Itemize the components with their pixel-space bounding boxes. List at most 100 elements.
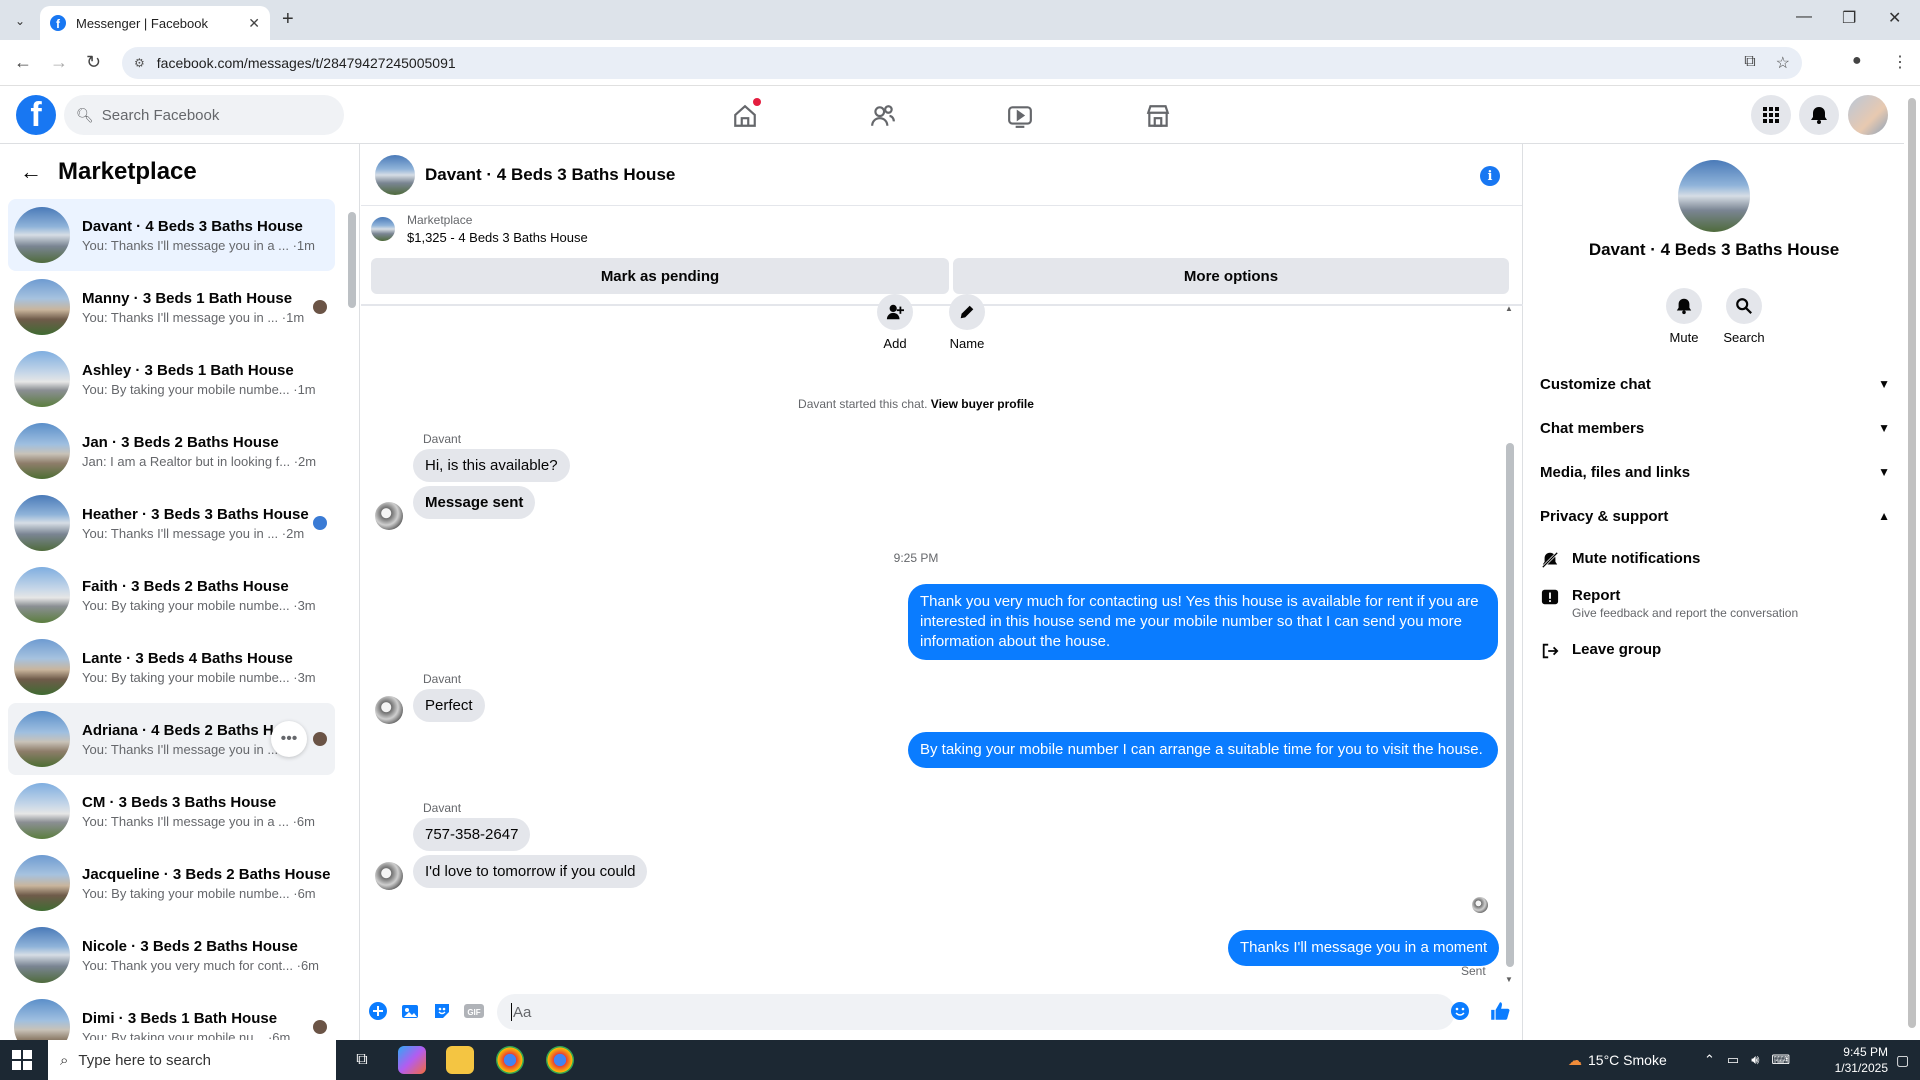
chat-scrollbar[interactable]: ▲ ▼ bbox=[1503, 304, 1517, 984]
sticker-icon[interactable] bbox=[431, 1000, 453, 1022]
bookmark-star-icon[interactable]: ☆ bbox=[1776, 53, 1790, 73]
notifications-bell-icon[interactable] bbox=[1799, 95, 1839, 135]
scroll-down-arrow-icon[interactable]: ▼ bbox=[1505, 975, 1513, 984]
site-info-icon[interactable]: ⚙ bbox=[134, 56, 145, 70]
message-input[interactable]: Aa bbox=[497, 994, 1455, 1030]
browser-tab[interactable]: f Messenger | Facebook ✕ bbox=[40, 6, 270, 40]
gif-icon[interactable]: GIF bbox=[463, 1000, 485, 1022]
facebook-search-input[interactable]: 🔍︎ Search Facebook bbox=[64, 95, 344, 135]
forward-icon[interactable]: → bbox=[50, 52, 68, 73]
account-avatar[interactable] bbox=[1848, 95, 1888, 135]
outgoing-message[interactable]: Thanks I'll message you in a moment bbox=[1228, 930, 1500, 966]
chat-title[interactable]: Davant · 4 Beds 3 Baths House bbox=[425, 165, 675, 185]
photo-icon[interactable] bbox=[399, 1000, 421, 1022]
chrome-profile-icon[interactable] bbox=[546, 1046, 574, 1074]
marketplace-icon[interactable] bbox=[1144, 102, 1172, 130]
add-member-button[interactable]: Add bbox=[877, 294, 913, 351]
install-app-icon[interactable]: ⧉ bbox=[1744, 53, 1755, 73]
incoming-message[interactable]: Perfect bbox=[413, 689, 485, 722]
page-scrollbar-thumb[interactable] bbox=[1908, 98, 1916, 1028]
back-arrow-icon[interactable]: ← bbox=[20, 159, 42, 185]
minimize-icon[interactable]: — bbox=[1796, 8, 1812, 26]
info-icon[interactable]: i bbox=[1480, 166, 1500, 186]
conversation-item[interactable]: Heather · 3 Beds 3 Baths House You: Thank… bbox=[8, 487, 335, 559]
incoming-message[interactable]: Message sent bbox=[413, 486, 536, 519]
customize-chat-section[interactable]: Customize chat ▼ bbox=[1540, 366, 1890, 402]
conversation-item[interactable]: Nicole · 3 Beds 2 Baths House You: Thank … bbox=[8, 919, 335, 991]
conversation-item[interactable]: Ashley · 3 Beds 1 Bath House You: By taki… bbox=[8, 343, 335, 415]
home-icon[interactable] bbox=[731, 98, 761, 130]
emoji-icon[interactable] bbox=[1449, 1000, 1471, 1022]
conversation-item[interactable]: Lante · 3 Beds 4 Baths House You: By taki… bbox=[8, 631, 335, 703]
conversation-item[interactable]: Jacqueline · 3 Beds 2 Baths House You: By… bbox=[8, 847, 335, 919]
outgoing-message[interactable]: By taking your mobile number I can arran… bbox=[908, 732, 1498, 768]
sender-avatar[interactable] bbox=[375, 862, 403, 890]
mute-notifications-item[interactable]: Mute notifications bbox=[1540, 550, 1890, 570]
incoming-message[interactable]: Hi, is this available? bbox=[413, 449, 570, 482]
friends-icon[interactable] bbox=[869, 102, 897, 130]
facebook-logo-icon[interactable]: f bbox=[16, 95, 56, 135]
tray-chevron-icon[interactable]: ⌃ bbox=[1704, 1052, 1715, 1068]
profile-icon[interactable]: ● bbox=[1852, 52, 1862, 70]
plus-icon[interactable] bbox=[367, 1000, 389, 1022]
close-tab-icon[interactable]: ✕ bbox=[248, 15, 260, 32]
url-bar[interactable]: ⚙ facebook.com/messages/t/28479427245005… bbox=[122, 47, 1802, 79]
mark-as-pending-button[interactable]: Mark as pending bbox=[371, 258, 949, 294]
search-in-chat-button[interactable]: Search bbox=[1714, 288, 1774, 345]
chat-thumbnail[interactable] bbox=[375, 154, 415, 195]
chat-scrollbar-thumb[interactable] bbox=[1506, 443, 1514, 967]
more-options-button[interactable]: More options bbox=[953, 258, 1509, 294]
restore-icon[interactable]: ❐ bbox=[1842, 8, 1856, 28]
chrome-icon[interactable] bbox=[496, 1046, 524, 1074]
clock[interactable]: 9:45 PM 1/31/2025 bbox=[1828, 1044, 1888, 1076]
sender-avatar[interactable] bbox=[375, 502, 403, 530]
sidebar-scrollbar[interactable] bbox=[346, 196, 358, 1032]
notification-center-icon[interactable]: ▢ bbox=[1896, 1052, 1909, 1069]
keyboard-icon[interactable]: ⌨ bbox=[1771, 1052, 1790, 1068]
report-item[interactable]: Report Give feedback and report the conv… bbox=[1540, 587, 1890, 620]
conversation-item[interactable]: CM · 3 Beds 3 Baths House You: Thanks I'l… bbox=[8, 775, 335, 847]
leave-group-item[interactable]: Leave group bbox=[1540, 641, 1890, 661]
outgoing-message[interactable]: Thank you very much for contacting us! Y… bbox=[908, 584, 1498, 660]
conversation-item[interactable]: Davant · 4 Beds 3 Baths House You: Thanks… bbox=[8, 199, 335, 271]
more-options-icon[interactable]: ••• bbox=[271, 721, 307, 757]
network-icon[interactable]: ▭ bbox=[1727, 1052, 1739, 1068]
windows-start-icon[interactable] bbox=[12, 1050, 32, 1070]
view-buyer-profile-link[interactable]: View buyer profile bbox=[931, 397, 1034, 411]
task-view-icon[interactable]: ⧉ bbox=[348, 1046, 376, 1074]
menu-grid-icon[interactable] bbox=[1751, 95, 1791, 135]
media-files-section[interactable]: Media, files and links ▼ bbox=[1540, 454, 1890, 490]
listing-banner[interactable]: Marketplace $1,325 - 4 Beds 3 Baths Hous… bbox=[361, 206, 1522, 252]
back-icon[interactable]: ← bbox=[14, 52, 32, 73]
name-chat-button[interactable]: Name bbox=[949, 294, 985, 351]
weather-widget[interactable]: ☁ 15°C Smoke bbox=[1568, 1040, 1667, 1080]
tab-search-icon[interactable]: ⌄ bbox=[8, 9, 32, 33]
conversation-item[interactable]: Manny · 3 Beds 1 Bath House You: Thanks I… bbox=[8, 271, 335, 343]
conversation-item[interactable]: Faith · 3 Beds 2 Baths House You: By taki… bbox=[8, 559, 335, 631]
file-explorer-icon[interactable] bbox=[446, 1046, 474, 1074]
scroll-up-arrow-icon[interactable]: ▲ bbox=[1505, 304, 1513, 313]
incoming-message[interactable]: I'd love to tomorrow if you could bbox=[413, 855, 648, 888]
thumbs-up-icon[interactable] bbox=[1489, 1000, 1511, 1022]
reload-icon[interactable]: ↻ bbox=[86, 52, 101, 73]
privacy-support-section[interactable]: Privacy & support ▲ bbox=[1540, 498, 1890, 534]
conversation-item[interactable]: Jan · 3 Beds 2 Baths House Jan: I am a Re… bbox=[8, 415, 335, 487]
sender-avatar[interactable] bbox=[375, 696, 403, 724]
conversation-item[interactable]: Adriana · 4 Beds 2 Baths Ho You: Thanks I… bbox=[8, 703, 335, 775]
page-scrollbar[interactable] bbox=[1904, 86, 1920, 1040]
chat-details-thumbnail[interactable] bbox=[1678, 160, 1750, 232]
mute-button[interactable]: Mute bbox=[1654, 288, 1714, 345]
conversation-name: Manny · 3 Beds 1 Bath House bbox=[82, 289, 293, 307]
conversation-item[interactable]: Dimi · 3 Beds 1 Bath House You: By taking… bbox=[8, 991, 335, 1040]
copilot-icon[interactable] bbox=[398, 1046, 426, 1074]
sidebar-scrollbar-thumb[interactable] bbox=[348, 212, 356, 308]
incoming-message[interactable]: 757-358-2647 bbox=[413, 818, 531, 851]
close-window-icon[interactable]: ✕ bbox=[1888, 8, 1901, 28]
volume-icon[interactable]: 🔊︎ bbox=[1751, 1052, 1759, 1068]
chevron-up-icon: ▲ bbox=[1878, 509, 1890, 523]
browser-menu-icon[interactable]: ⋮ bbox=[1892, 52, 1908, 72]
new-tab-icon[interactable]: + bbox=[282, 8, 294, 31]
taskbar-search-input[interactable]: ⌕ Type here to search bbox=[48, 1040, 336, 1080]
chat-members-section[interactable]: Chat members ▼ bbox=[1540, 410, 1890, 446]
watch-icon[interactable] bbox=[1006, 102, 1034, 130]
